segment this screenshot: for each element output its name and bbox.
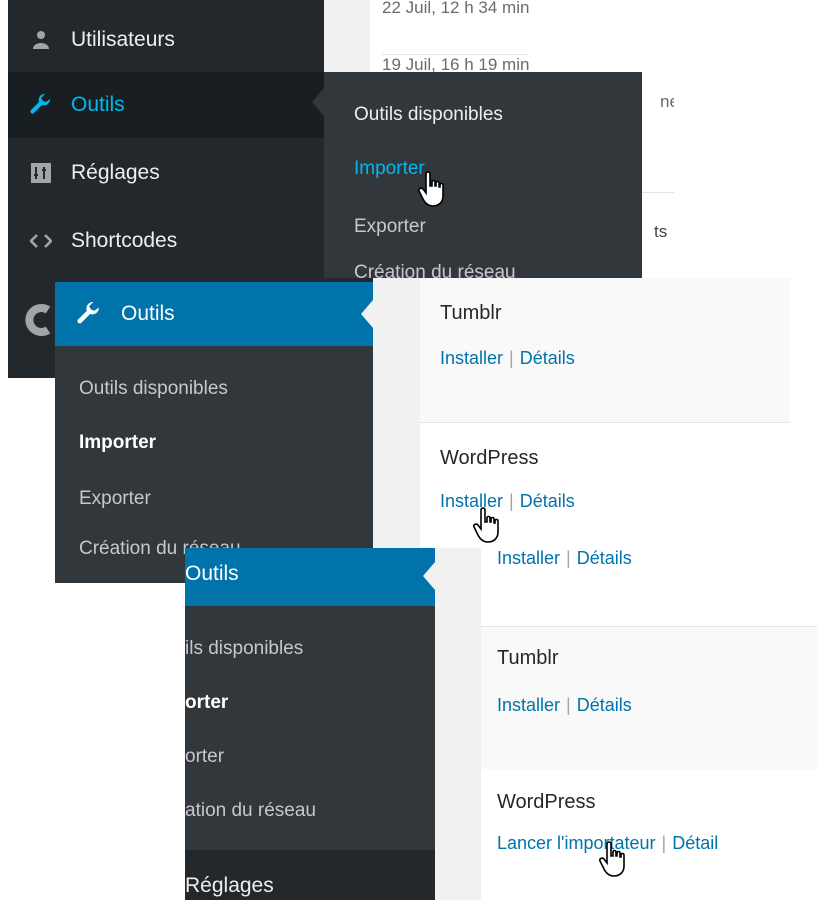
install-link[interactable]: Installer (497, 548, 560, 568)
table-row: Tumblr Installer | Détails (481, 626, 817, 770)
admin-sidebar: Outils Outils disponibles Importer Expor… (55, 278, 373, 583)
partial-link-text[interactable]: ner (660, 92, 674, 112)
details-link[interactable]: Détails (520, 348, 575, 368)
admin-sidebar: Outils ils disponibles orter orter ation… (185, 548, 435, 900)
submenu-item-export[interactable]: Exporter (79, 488, 151, 510)
flyout-submenu: Outils disponibles Importer Exporter Cré… (312, 72, 642, 283)
importer-actions: Installer | Détails (497, 695, 632, 716)
details-link[interactable]: Détails (577, 695, 632, 715)
hand-cursor-icon (473, 507, 499, 543)
wrench-icon (77, 301, 101, 332)
importer-name: WordPress (440, 447, 539, 469)
importers-table: Installer | Détails Tumblr Installer | Détai… (481, 548, 817, 900)
details-link[interactable]: Détails (520, 491, 575, 511)
partial-menu-icon (22, 300, 52, 340)
user-icon (30, 29, 52, 51)
importer-name: Tumblr (440, 302, 502, 324)
partial-text: ts (654, 222, 668, 241)
submenu-item-export[interactable]: orter (185, 746, 224, 768)
separator: | (566, 548, 571, 568)
submenu-item-import[interactable]: Importer (79, 432, 156, 454)
menu-header-tools[interactable]: Outils (185, 548, 435, 606)
submenu-item-available-tools[interactable]: ils disponibles (185, 638, 303, 660)
submenu-item-network[interactable]: ation du réseau (185, 800, 316, 822)
separator: | (566, 695, 571, 715)
flyout-item-import[interactable]: Importer (354, 158, 425, 180)
active-arrow (423, 562, 435, 590)
table-row: Tumblr Installer | Détails (420, 278, 790, 423)
sidebar-item-tools[interactable]: Outils (8, 72, 324, 138)
screenshot-panel-2: Outils Outils disponibles Importer Expor… (55, 278, 790, 583)
screenshot-panel-3: Outils ils disponibles orter orter ation… (185, 548, 817, 900)
flyout-item-export[interactable]: Exporter (354, 216, 426, 238)
sidebar-item-settings[interactable]: Réglages (185, 852, 435, 900)
menu-header-label: Outils (185, 562, 239, 585)
importer-name: Tumblr (497, 647, 559, 669)
wrench-icon (30, 94, 52, 116)
flyout-item-available-tools[interactable]: Outils disponibles (354, 104, 503, 126)
table-row: Installer | Détails (481, 548, 817, 626)
code-icon (30, 230, 52, 252)
date-text: 22 Juil, 12 h 34 min (382, 0, 530, 17)
hand-cursor-icon (599, 841, 625, 877)
sidebar-item-shortcodes[interactable]: Shortcodes (8, 208, 324, 274)
submenu-item-import[interactable]: orter (185, 692, 228, 714)
install-link[interactable]: Installer (440, 348, 503, 368)
details-link[interactable]: Détails (577, 548, 632, 568)
sidebar-item-label: Shortcodes (71, 229, 178, 252)
table-row: WordPress Lancer l'importateur | Détail (481, 769, 817, 900)
install-link[interactable]: Installer (497, 695, 560, 715)
sidebar-item-label: Réglages (185, 874, 274, 897)
flyout-arrow (312, 88, 324, 116)
menu-header-tools[interactable]: Outils (55, 282, 373, 346)
settings-icon (30, 162, 52, 184)
active-arrow (361, 300, 373, 328)
importer-actions: Installer | Détails (440, 348, 575, 369)
separator: | (509, 348, 514, 368)
sidebar-item-label: Utilisateurs (71, 28, 175, 51)
sidebar-item-settings[interactable]: Réglages (8, 140, 324, 206)
sidebar-item-label: Outils (71, 93, 125, 116)
details-link[interactable]: Détail (672, 833, 718, 853)
importer-actions: Installer | Détails (440, 491, 575, 512)
hand-cursor-icon (418, 171, 444, 207)
separator: | (509, 491, 514, 511)
run-importer-link[interactable]: Lancer l'importateur (497, 833, 656, 853)
importer-actions: Installer | Détails (497, 548, 632, 569)
separator: | (661, 833, 667, 853)
sidebar-item-label: Réglages (71, 161, 160, 184)
submenu-item-available-tools[interactable]: Outils disponibles (79, 378, 228, 400)
importer-name: WordPress (497, 791, 596, 813)
menu-header-label: Outils (121, 302, 175, 325)
sidebar-item-users[interactable]: Utilisateurs (8, 8, 324, 72)
